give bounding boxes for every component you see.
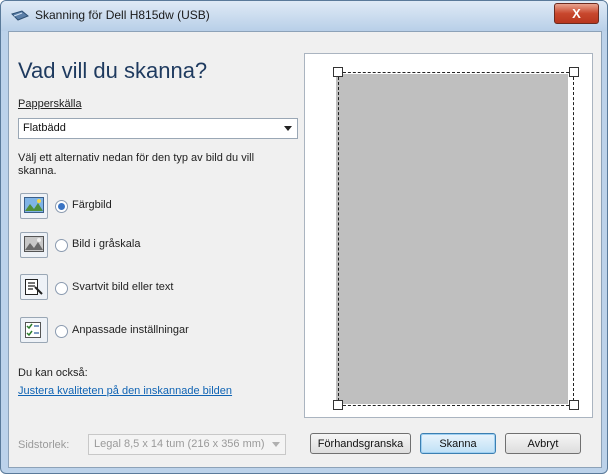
also-label: Du kan också: [18, 367, 88, 379]
color-picture-button[interactable] [20, 193, 48, 219]
bw-text-label[interactable]: Svartvit bild eller text [72, 281, 173, 293]
custom-settings-button[interactable] [20, 317, 48, 343]
selection-marquee[interactable] [338, 72, 574, 406]
scanner-icon [11, 10, 29, 21]
custom-settings-label[interactable]: Anpassade inställningar [72, 324, 189, 336]
bw-text-button[interactable] [20, 274, 48, 300]
instruction-text-line2: skanna. [18, 165, 57, 177]
paper-source-value: Flatbädd [23, 122, 66, 134]
cancel-button[interactable]: Avbryt [505, 433, 581, 454]
chevron-down-icon [272, 442, 280, 447]
resize-handle-top-right[interactable] [569, 67, 579, 77]
page-size-value: Legal 8,5 x 14 tum (216 x 356 mm) [94, 438, 265, 450]
bw-text-icon [25, 279, 43, 295]
custom-settings-radio[interactable] [55, 325, 68, 338]
grayscale-picture-label[interactable]: Bild i gråskala [72, 238, 140, 250]
resize-handle-bottom-right[interactable] [569, 400, 579, 410]
resize-handle-bottom-left[interactable] [333, 400, 343, 410]
adjust-quality-link[interactable]: Justera kvaliteten på den inskannade bil… [18, 385, 232, 397]
scanner-dialog: Skanning för Dell H815dw (USB) X Vad vil… [0, 0, 608, 474]
window-title: Skanning för Dell H815dw (USB) [35, 8, 210, 22]
color-picture-label[interactable]: Färgbild [72, 199, 112, 211]
color-picture-icon [24, 197, 44, 213]
grayscale-picture-button[interactable] [20, 232, 48, 258]
grayscale-picture-radio[interactable] [55, 239, 68, 252]
page-size-select[interactable]: Legal 8,5 x 14 tum (216 x 356 mm) [88, 434, 286, 455]
instruction-text-line1: Välj ett alternativ nedan för den typ av… [18, 152, 255, 164]
color-picture-radio[interactable] [55, 200, 68, 213]
page-title: Vad vill du skanna? [18, 58, 208, 83]
resize-handle-top-left[interactable] [333, 67, 343, 77]
bw-text-radio[interactable] [55, 282, 68, 295]
close-button[interactable]: X [554, 3, 599, 24]
paper-source-label: Papperskälla [18, 98, 82, 110]
dialog-client-area: Vad vill du skanna? Papperskälla Flatbäd… [8, 31, 602, 468]
grayscale-picture-icon [24, 236, 44, 252]
preview-button[interactable]: Förhandsgranska [310, 433, 411, 454]
scan-button[interactable]: Skanna [420, 433, 496, 454]
custom-settings-icon [25, 322, 41, 338]
title-bar: Skanning för Dell H815dw (USB) X [1, 1, 607, 31]
paper-source-select[interactable]: Flatbädd [18, 118, 298, 139]
page-size-label: Sidstorlek: [18, 439, 70, 451]
chevron-down-icon [284, 126, 292, 131]
